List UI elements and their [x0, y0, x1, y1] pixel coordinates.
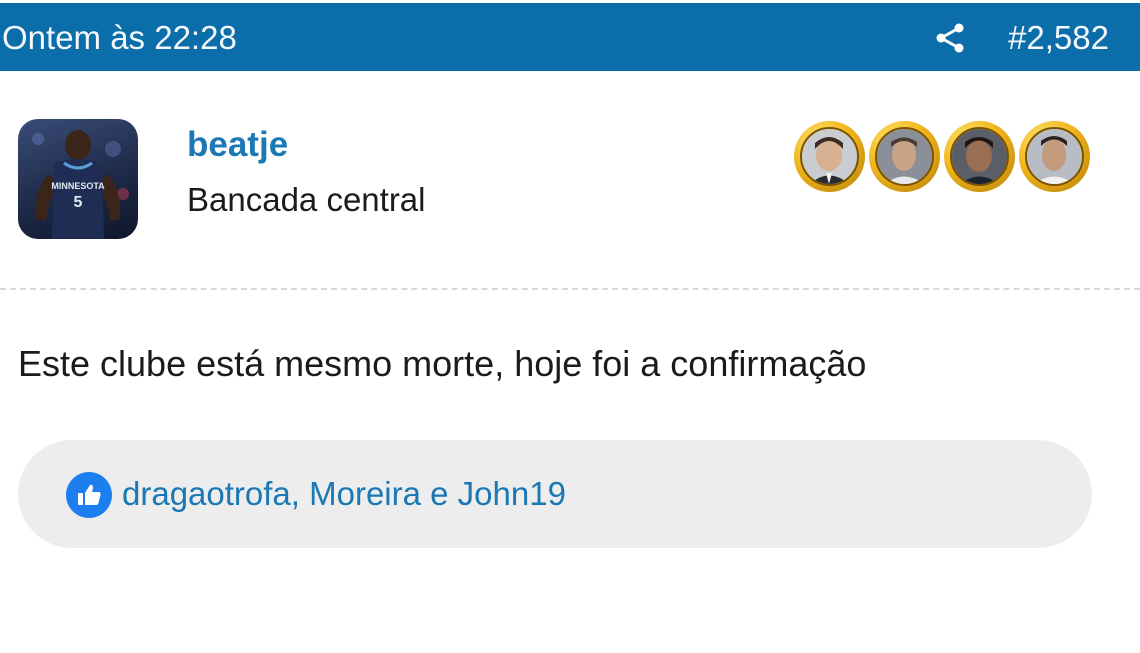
trophy-badge-icon[interactable] — [869, 121, 940, 192]
reactions-bar[interactable]: dragaotrofa, Moreira e John19 — [18, 440, 1092, 548]
trophy-badge-icon[interactable] — [944, 121, 1015, 192]
avatar-jersey-number: 5 — [74, 194, 83, 211]
user-badges — [794, 121, 1090, 193]
avatar-image: MINNESOTA 5 — [32, 130, 129, 239]
avatar[interactable]: MINNESOTA 5 — [18, 119, 138, 239]
post-timestamp[interactable]: Ontem às 22:28 — [2, 19, 237, 57]
trophy-badge-icon[interactable] — [794, 121, 865, 192]
thumbs-up-icon — [66, 472, 112, 518]
post-message: Este clube está mesmo morte, hoje foi a … — [18, 343, 867, 384]
badge-portrait — [800, 127, 859, 186]
username-link[interactable]: beatje — [187, 125, 288, 165]
post-header: Ontem às 22:28 #2,582 — [0, 3, 1140, 71]
trophy-badge-icon[interactable] — [1019, 121, 1090, 192]
share-icon[interactable] — [932, 20, 968, 56]
post-number-link[interactable]: #2,582 — [1008, 19, 1109, 57]
badge-portrait — [875, 127, 934, 186]
badge-portrait — [950, 127, 1009, 186]
user-title: Bancada central — [187, 181, 426, 218]
likers-list[interactable]: dragaotrofa, Moreira e John19 — [122, 475, 566, 513]
section-divider — [0, 288, 1140, 290]
badge-portrait — [1025, 127, 1084, 186]
forum-post: Ontem às 22:28 #2,582 MINNESOTA 5 beatje… — [0, 0, 1140, 653]
avatar-jersey-text: MINNESOTA — [51, 181, 105, 191]
